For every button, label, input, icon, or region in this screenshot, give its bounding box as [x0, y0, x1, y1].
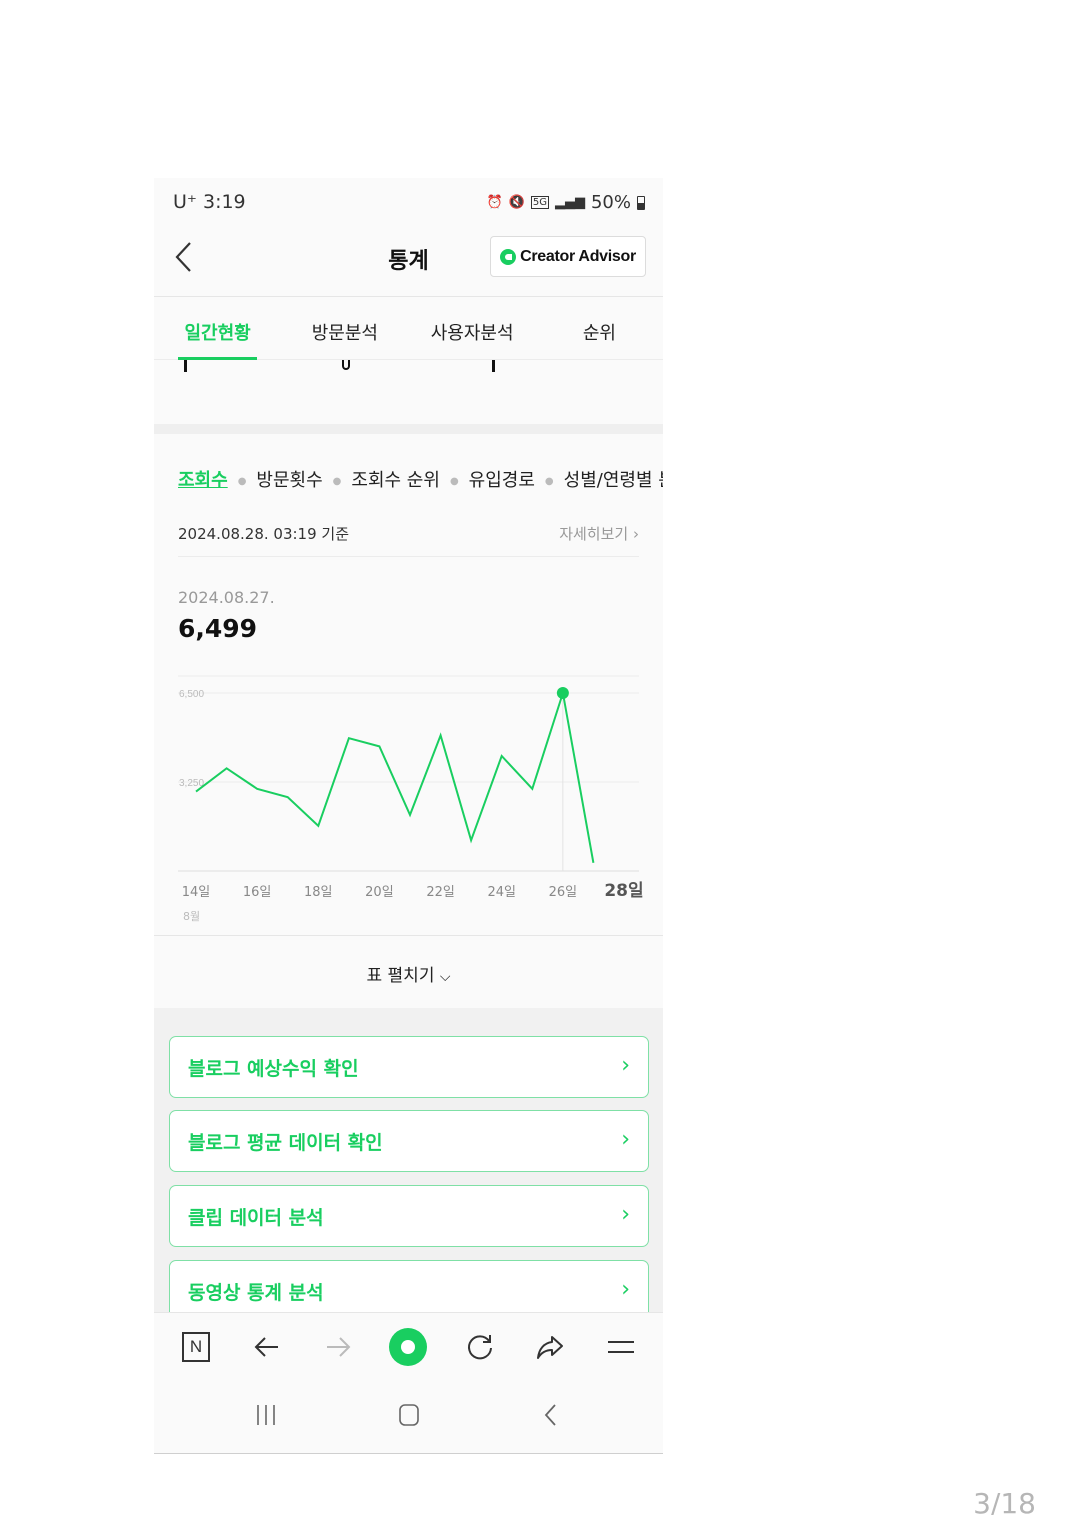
x-tick-label: 20일	[365, 885, 394, 900]
dot-separator: ●	[544, 475, 554, 487]
table-expand-label: 표 펼치기	[366, 966, 435, 986]
naver-label: N	[189, 1337, 203, 1356]
dot-separator: ●	[237, 475, 247, 487]
alarm-icon: ⏰	[486, 195, 503, 210]
phone-screen: U⁺ 3:19 ⏰ 🔇 5G ▂▄▆ 50% 통계 Creator Adviso…	[154, 178, 663, 1454]
tab-visit-analysis[interactable]: 방문분석	[281, 298, 408, 359]
refresh-button[interactable]	[460, 1327, 500, 1367]
naver-home-icon: N	[182, 1332, 210, 1362]
divider	[178, 556, 639, 557]
carrier-time: U⁺ 3:19	[173, 191, 246, 213]
dot-separator: ●	[449, 475, 459, 487]
network-label: 5G	[530, 196, 549, 209]
highlight-point	[556, 687, 569, 700]
selected-date: 2024.08.27.	[178, 588, 275, 607]
chevron-down-icon: ⌵	[439, 969, 451, 985]
subtab-view-ranking[interactable]: 조회수 순위	[351, 466, 440, 492]
detail-link[interactable]: 자세히보기 ›	[559, 523, 639, 544]
menu-button[interactable]	[601, 1327, 641, 1367]
card-label: 동영상 통계 분석	[188, 1282, 324, 1304]
y-tick-label: 6,500	[179, 689, 204, 700]
back-arrow-icon	[254, 1337, 278, 1357]
home-button[interactable]	[397, 1402, 421, 1432]
system-back-button[interactable]	[541, 1402, 561, 1432]
system-back-icon	[544, 1404, 556, 1426]
card-label: 블로그 예상수익 확인	[188, 1058, 359, 1080]
card-label: 블로그 평균 데이터 확인	[188, 1132, 383, 1154]
forward-arrow-button[interactable]	[318, 1327, 358, 1367]
card-average-data[interactable]: 블로그 평균 데이터 확인 ›	[169, 1110, 649, 1172]
subtab-referrer[interactable]: 유입경로	[469, 466, 535, 492]
x-tick-label: 14일	[182, 885, 211, 900]
creator-advisor-logo-icon	[500, 248, 517, 265]
creator-advisor-label: Creator Advisor	[520, 247, 636, 265]
x-tick-label: 26일	[549, 885, 578, 900]
clipped-digit	[184, 360, 187, 372]
system-nav-bar	[154, 1384, 663, 1453]
divider	[154, 935, 663, 936]
mute-icon: 🔇	[508, 195, 525, 210]
menu-icon	[608, 1341, 634, 1353]
green-dot-button[interactable]	[388, 1327, 428, 1367]
tab-ranking[interactable]: 순위	[536, 298, 663, 359]
subtab-gender-age[interactable]: 성별/연령별 분	[564, 466, 663, 492]
chevron-right-icon: ›	[633, 525, 639, 543]
card-clip-data[interactable]: 클립 데이터 분석 ›	[169, 1185, 649, 1247]
recent-apps-button[interactable]	[254, 1402, 278, 1432]
clipped-digit	[342, 360, 350, 370]
section-divider	[154, 424, 663, 434]
tab-user-analysis[interactable]: 사용자분석	[409, 298, 536, 359]
refresh-icon	[468, 1335, 492, 1360]
page-indicator: 3/18	[973, 1487, 1036, 1515]
x-tick-label: 24일	[487, 885, 516, 900]
subtab-views[interactable]: 조회수	[178, 466, 228, 492]
detail-link-label: 자세히보기	[559, 525, 629, 543]
tab-daily-status[interactable]: 일간현황	[154, 298, 281, 360]
chevron-right-icon: ›	[621, 1053, 630, 1078]
card-estimated-revenue[interactable]: 블로그 예상수익 확인 ›	[169, 1036, 649, 1098]
sub-tabs: 조회수 ● 방문횟수 ● 조회수 순위 ● 유입경로 ● 성별/연령별 분	[178, 466, 663, 492]
table-expand-button[interactable]: 표 펼치기 ⌵	[154, 961, 663, 986]
status-icons: ⏰ 🔇 5G ▂▄▆ 50%	[486, 192, 645, 213]
x-tick-label: 22일	[426, 885, 455, 900]
share-icon	[537, 1336, 563, 1359]
clipped-digit	[492, 360, 495, 372]
series-line	[195, 692, 595, 863]
forward-arrow-icon	[327, 1337, 351, 1357]
green-dot-icon	[389, 1328, 427, 1366]
home-icon	[399, 1404, 419, 1426]
selected-value: 6,499	[178, 614, 258, 643]
signal-icon: ▂▄▆	[554, 195, 585, 210]
share-button[interactable]	[530, 1327, 570, 1367]
views-line-chart[interactable]: 6,5003,25014일 16일 18일 20일 22일 24일 26일 28일8월	[154, 658, 663, 928]
status-bar: U⁺ 3:19 ⏰ 🔇 5G ▂▄▆ 50%	[154, 178, 663, 228]
dot-separator: ●	[332, 475, 342, 487]
recent-apps-icon	[257, 1405, 275, 1425]
chevron-right-icon: ›	[621, 1202, 630, 1227]
basis-time: 2024.08.28. 03:19 기준	[178, 525, 350, 543]
card-label: 클립 데이터 분석	[188, 1207, 324, 1229]
battery-icon	[637, 195, 645, 210]
month-label: 8월	[183, 910, 200, 923]
chevron-right-icon: ›	[621, 1277, 630, 1302]
subtab-visits[interactable]: 방문횟수	[256, 466, 322, 492]
page-header: 통계 Creator Advisor	[154, 228, 663, 297]
naver-home-button[interactable]: N	[176, 1327, 216, 1367]
x-tick-label: 28일	[604, 881, 643, 901]
x-tick-label: 18일	[304, 885, 333, 900]
back-arrow-button[interactable]	[247, 1327, 287, 1367]
browser-toolbar: N	[154, 1312, 663, 1384]
x-tick-label: 16일	[243, 885, 272, 900]
main-tabs: 일간현황 방문분석 사용자분석 순위	[154, 298, 663, 360]
creator-advisor-button[interactable]: Creator Advisor	[490, 236, 646, 277]
chevron-right-icon: ›	[621, 1127, 630, 1152]
battery-percent: 50%	[590, 192, 631, 213]
